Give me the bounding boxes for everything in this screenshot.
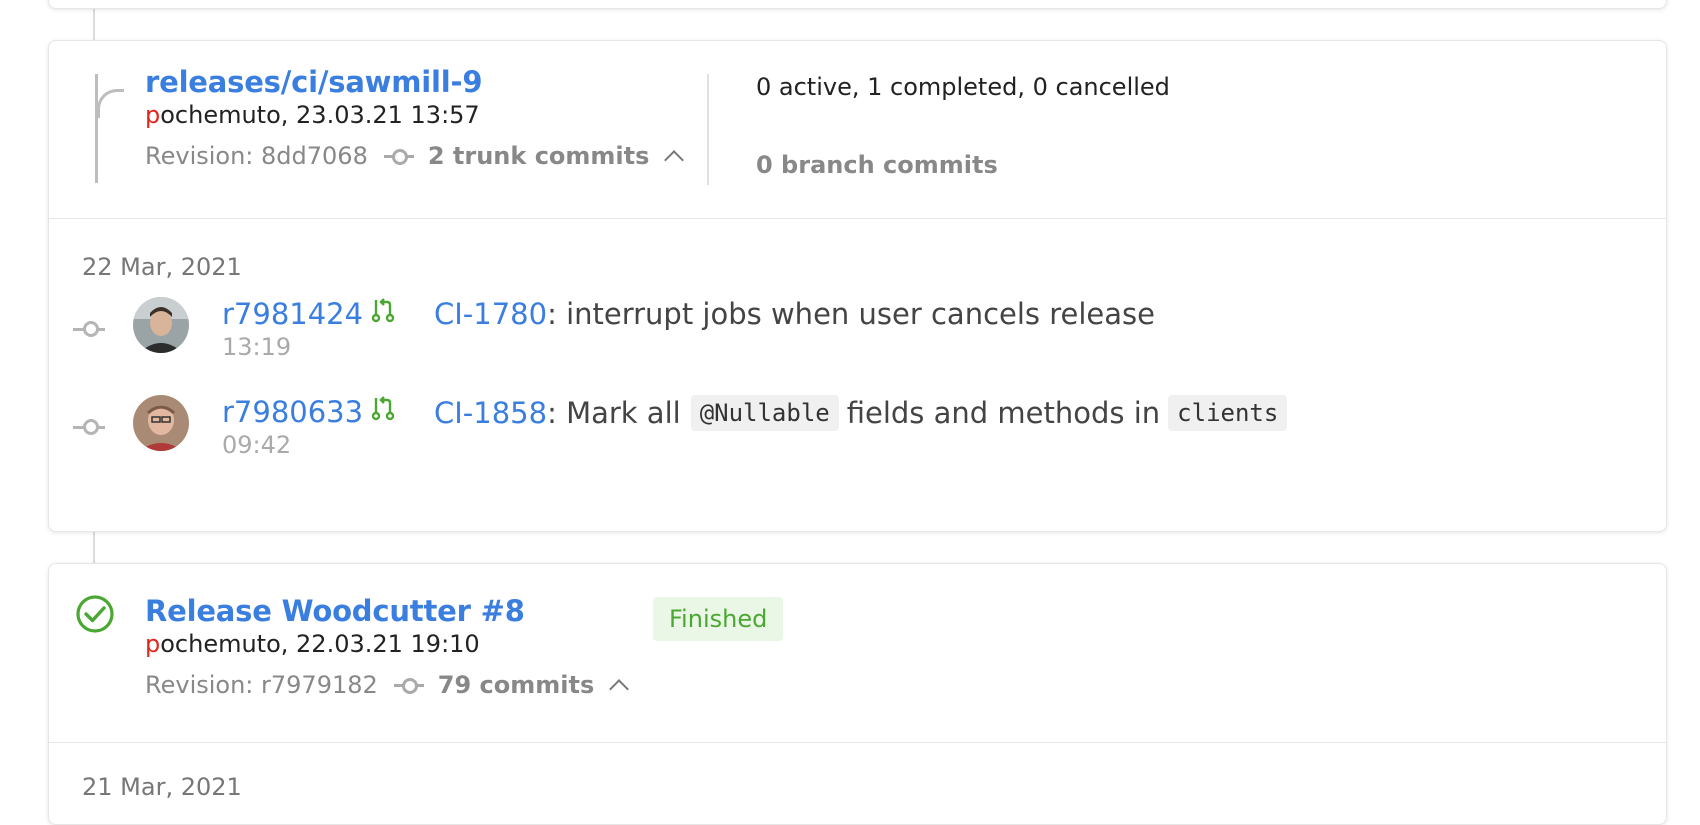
branch-author-initial: p bbox=[145, 101, 161, 129]
release-title-link[interactable]: Release Woodcutter #8 bbox=[145, 594, 525, 628]
commit-time: 09:42 bbox=[222, 431, 292, 459]
release-stats: 0 active, 1 completed, 0 cancelled bbox=[756, 73, 1170, 101]
commit-node-icon bbox=[383, 149, 414, 165]
chevron-up-icon[interactable] bbox=[609, 679, 630, 699]
inline-code: @Nullable bbox=[690, 395, 839, 431]
ticket-link[interactable]: CI-1780 bbox=[434, 297, 547, 331]
branch-header: releases/ci/sawmill-9 pochemuto, 23.03.2… bbox=[49, 41, 1666, 219]
release-meta: Revision: r7979182 79 commits bbox=[145, 671, 630, 699]
branch-revision: Revision: 8dd7068 bbox=[145, 142, 368, 170]
release-commits-toggle[interactable]: 79 commits bbox=[438, 671, 594, 699]
commit-message-text: : Mark all bbox=[547, 396, 681, 430]
check-circle-icon bbox=[76, 595, 114, 633]
branch-title-link[interactable]: releases/ci/sawmill-9 bbox=[145, 65, 483, 99]
revision-link[interactable]: r7981424 bbox=[222, 297, 363, 331]
release-revision: Revision: r7979182 bbox=[145, 671, 378, 699]
branch-card: releases/ci/sawmill-9 pochemuto, 23.03.2… bbox=[48, 40, 1667, 532]
branch-author-rest: ochemuto, 23.03.21 13:57 bbox=[160, 101, 480, 129]
pull-request-icon[interactable] bbox=[371, 297, 395, 323]
commit-row: r7980633 09:42 CI-1858 : Mark all @Nulla… bbox=[49, 395, 1666, 475]
trunk-commits-toggle[interactable]: 2 trunk commits bbox=[428, 142, 650, 170]
commit-message: CI-1780 : interrupt jobs when user cance… bbox=[434, 297, 1155, 331]
pull-request-icon[interactable] bbox=[371, 395, 395, 421]
chevron-up-icon[interactable] bbox=[664, 150, 685, 170]
revision-link[interactable]: r7980633 bbox=[222, 395, 363, 429]
commit-time: 13:19 bbox=[222, 333, 292, 361]
ticket-link[interactable]: CI-1858 bbox=[434, 396, 547, 430]
inline-code: clients bbox=[1168, 395, 1288, 431]
branch-author: pochemuto, 23.03.21 13:57 bbox=[145, 101, 480, 129]
branch-meta: Revision: 8dd7068 2 trunk commits bbox=[145, 142, 685, 170]
avatar[interactable] bbox=[133, 297, 189, 353]
commit-node-icon bbox=[83, 419, 99, 435]
previous-card bbox=[48, 0, 1667, 9]
release-author: pochemuto, 22.03.21 19:10 bbox=[145, 630, 480, 658]
avatar[interactable] bbox=[133, 395, 189, 451]
date-heading: 21 Mar, 2021 bbox=[82, 773, 242, 801]
commit-node-icon bbox=[393, 678, 424, 694]
commit-row: r7981424 13:19 CI-1780 : interrupt jobs … bbox=[49, 297, 1666, 377]
date-heading: 22 Mar, 2021 bbox=[82, 253, 242, 281]
commit-message: CI-1858 : Mark all @Nullable fields and … bbox=[434, 395, 1295, 431]
commit-node-icon bbox=[83, 321, 99, 337]
header-divider bbox=[707, 74, 709, 185]
branch-commits-toggle[interactable]: 0 branch commits bbox=[756, 151, 998, 179]
release-divider bbox=[49, 742, 1666, 743]
release-author-rest: ochemuto, 22.03.21 19:10 bbox=[160, 630, 480, 658]
commit-message-text: : interrupt jobs when user cancels relea… bbox=[547, 297, 1155, 331]
release-author-initial: p bbox=[145, 630, 161, 658]
commit-message-text: fields and methods in bbox=[846, 396, 1161, 430]
status-badge: Finished bbox=[653, 597, 784, 641]
